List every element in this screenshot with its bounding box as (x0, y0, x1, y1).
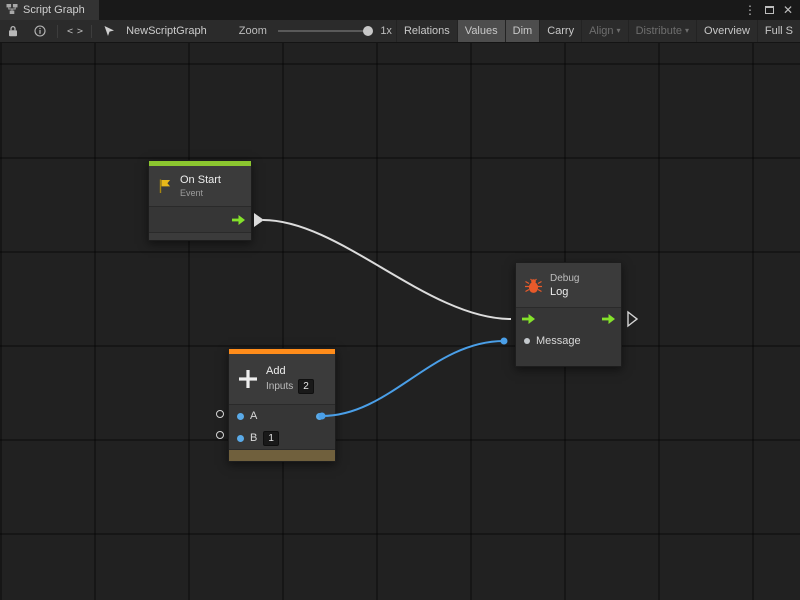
fullscreen-button-label: Full S (765, 25, 793, 37)
inputs-label: Inputs (266, 381, 293, 392)
port-b-value-field[interactable]: 1 (263, 431, 279, 446)
code-icon[interactable]: < > (61, 26, 88, 37)
node-on-start-body (149, 206, 251, 232)
node-debug-log-bottom-pad (516, 352, 621, 366)
relations-button-label: Relations (404, 25, 450, 37)
node-title: Add (266, 365, 314, 377)
graph-toolbar: < > NewScriptGraph Zoom 1x Relations Val… (0, 20, 800, 43)
node-subtitle: Event (180, 188, 221, 198)
node-debug-log-text: Debug Log (550, 273, 579, 298)
node-add-header: Add Inputs 2 (229, 354, 335, 404)
dim-button[interactable]: Dim (505, 20, 540, 42)
values-button[interactable]: Values (457, 20, 505, 42)
port-a-input[interactable] (237, 413, 244, 420)
node-type: Debug (550, 273, 579, 284)
node-on-start-header: On Start Event (149, 166, 251, 206)
fullscreen-button[interactable]: Full S (757, 20, 800, 42)
node-on-start-text: On Start Event (180, 174, 221, 198)
node-debug-log-header: Debug Log (516, 263, 621, 307)
zoom-slider-knob[interactable] (363, 26, 373, 36)
values-button-label: Values (465, 25, 498, 37)
align-button-label: Align (589, 25, 613, 37)
inputs-count-field[interactable]: 2 (298, 379, 314, 394)
node-on-start-footer (149, 232, 251, 240)
flow-input-port[interactable] (522, 314, 535, 324)
carry-button-label: Carry (547, 25, 574, 37)
flag-icon (157, 178, 173, 194)
connection-layer (0, 43, 800, 600)
lock-icon[interactable] (0, 20, 26, 42)
overview-button[interactable]: Overview (696, 20, 757, 42)
node-title: On Start (180, 174, 221, 186)
node-add[interactable]: Add Inputs 2 A B 1 (228, 348, 336, 462)
window-menu-icon[interactable]: ⋮ (744, 4, 756, 16)
align-button[interactable]: Align ▾ (581, 20, 627, 42)
flow-connection-start-arrow[interactable] (254, 213, 264, 227)
distribute-button-label: Distribute (636, 25, 682, 37)
port-a-outer-connector[interactable] (216, 410, 224, 418)
zoom-slider[interactable] (278, 30, 369, 32)
tab-script-graph[interactable]: Script Graph (0, 0, 99, 20)
port-b-row: B 1 (229, 427, 335, 449)
message-port-label: Message (536, 335, 581, 347)
flow-connection[interactable] (263, 220, 511, 319)
chevron-down-icon: ▾ (617, 27, 621, 35)
script-graph-icon (6, 3, 18, 18)
flow-outer-connector[interactable] (628, 312, 637, 326)
port-b-label: B (250, 432, 257, 444)
titlebar: Script Graph ⋮ ✕ (0, 0, 800, 20)
port-b-input[interactable] (237, 435, 244, 442)
flow-port-row (516, 308, 621, 330)
data-connection-start-dot[interactable] (319, 413, 326, 420)
info-icon[interactable] (26, 20, 54, 42)
flow-output-port[interactable] (232, 215, 245, 225)
window-controls: ⋮ ✕ (744, 0, 800, 20)
graph-canvas[interactable]: On Start Event (0, 43, 800, 600)
overview-button-label: Overview (704, 25, 750, 37)
graph-name[interactable]: NewScriptGraph (126, 25, 207, 37)
node-add-footer (229, 449, 335, 461)
port-a-label: A (250, 410, 257, 422)
script-graph-window: Script Graph ⋮ ✕ < > (0, 0, 800, 600)
toolbar-separator (91, 25, 92, 38)
node-debug-log-body: Message (516, 307, 621, 366)
distribute-button[interactable]: Distribute ▾ (628, 20, 696, 42)
carry-button[interactable]: Carry (539, 20, 581, 42)
toolbar-buttons: Relations Values Dim Carry Align ▾ Distr… (396, 20, 800, 42)
port-b-outer-connector[interactable] (216, 431, 224, 439)
zoom-value: 1x (380, 25, 392, 37)
node-debug-log[interactable]: Debug Log (515, 262, 622, 367)
node-add-body: A B 1 (229, 404, 335, 449)
toolbar-separator (57, 25, 58, 38)
relations-button[interactable]: Relations (396, 20, 457, 42)
plus-icon (237, 368, 259, 390)
data-connection[interactable] (322, 341, 504, 416)
dim-button-label: Dim (513, 25, 533, 37)
node-on-start[interactable]: On Start Event (148, 160, 252, 241)
flow-output-port[interactable] (602, 314, 615, 324)
tab-label: Script Graph (23, 4, 85, 16)
chevron-down-icon: ▾ (685, 27, 689, 35)
graph-asset-icon (95, 20, 123, 42)
inputs-row: Inputs 2 (266, 379, 314, 394)
close-icon[interactable]: ✕ (783, 4, 793, 16)
zoom-label: Zoom (239, 25, 267, 37)
bug-icon (524, 277, 543, 294)
node-title: Log (550, 286, 579, 298)
node-add-text: Add Inputs 2 (266, 365, 314, 394)
data-connection-end-dot[interactable] (501, 338, 508, 345)
message-input-port[interactable] (524, 338, 530, 344)
maximize-icon[interactable] (765, 6, 774, 14)
message-port-row: Message (516, 330, 621, 352)
